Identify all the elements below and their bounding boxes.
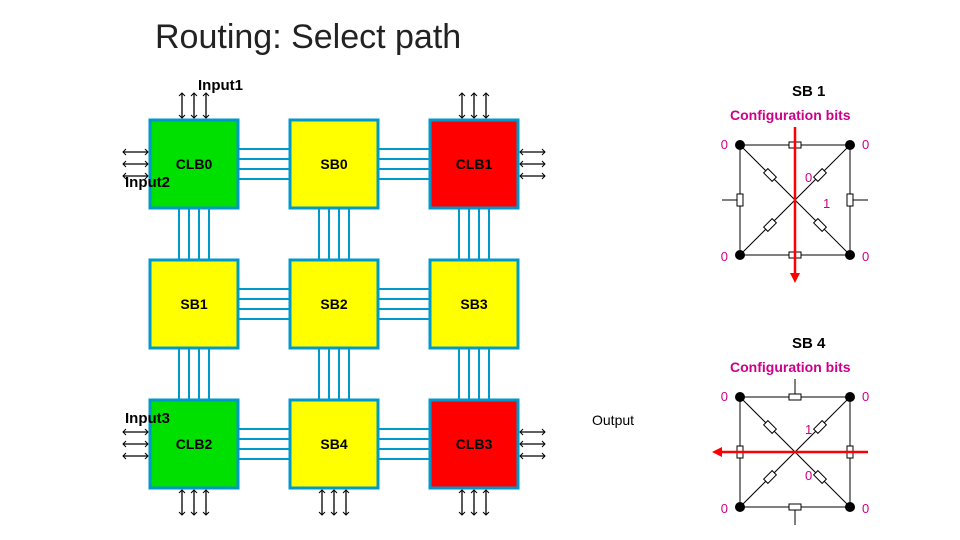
svg-text:0: 0 (862, 389, 869, 404)
page-title: Routing: Select path (155, 18, 461, 56)
label-input3: Input3 (125, 410, 170, 427)
block-label-c3: CLB3 (456, 436, 493, 452)
block-label-s3: SB3 (460, 296, 487, 312)
svg-text:0: 0 (805, 468, 812, 483)
svg-text:0: 0 (721, 249, 728, 264)
block-label-c1: CLB1 (456, 156, 493, 172)
label-input2: Input2 (125, 174, 170, 191)
block-label-s1: SB1 (180, 296, 207, 312)
block-label-c2: CLB2 (176, 436, 213, 452)
sb4-cfg-label: Configuration bits (730, 359, 851, 375)
svg-text:0: 0 (805, 170, 812, 185)
svg-text:1: 1 (805, 422, 812, 437)
block-label-s2: SB2 (320, 296, 347, 312)
block-label-s0: SB0 (320, 156, 347, 172)
sb1-cfg-label: Configuration bits (730, 107, 851, 123)
svg-text:0: 0 (862, 249, 869, 264)
svg-text:0: 0 (721, 501, 728, 516)
block-label-s4: SB4 (320, 436, 347, 452)
svg-text:1: 1 (823, 196, 830, 211)
svg-text:0: 0 (721, 389, 728, 404)
label-input1: Input1 (198, 77, 243, 94)
sb4-title: SB 4 (792, 335, 826, 352)
svg-text:0: 0 (862, 501, 869, 516)
label-output: Output (592, 412, 634, 428)
svg-text:0: 0 (862, 137, 869, 152)
svg-text:0: 0 (721, 137, 728, 152)
sb1-title: SB 1 (792, 83, 825, 100)
block-label-c0: CLB0 (176, 156, 213, 172)
